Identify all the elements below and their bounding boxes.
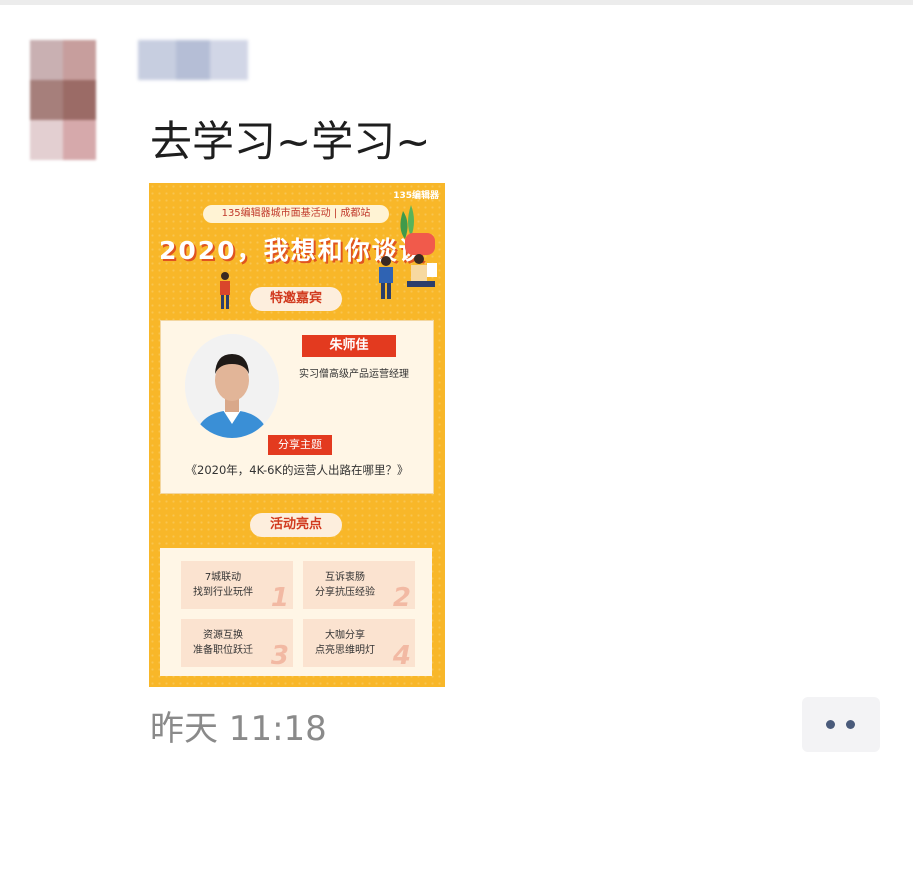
guest-section-pill: 特邀嘉宾 (250, 287, 342, 311)
more-dots-icon[interactable] (802, 697, 880, 752)
highlight-item: 互诉衷肠 分享抗压经验 2 (303, 561, 415, 613)
person-illustration-left (220, 272, 230, 309)
guest-card: 朱师佳 实习僧高级产品运营经理 分享主题 《2020年，4K-6K的运营人出路在… (160, 320, 434, 494)
topic-text: 《2020年，4K-6K的运营人出路在哪里？》 (185, 463, 409, 477)
top-divider (0, 0, 913, 5)
poster-image[interactable]: 135编辑器 135编辑器城市面基活动 | 成都站 2020，我想和你谈谈 特邀… (149, 183, 445, 687)
guest-photo (185, 334, 279, 438)
topic-label: 分享主题 (268, 435, 332, 455)
highlight-item: 大咖分享 点亮思维明灯 4 (303, 619, 415, 671)
username[interactable] (138, 40, 248, 80)
highlights-section-pill: 活动亮点 (250, 513, 342, 537)
guest-title: 实习僧高级产品运营经理 (299, 369, 409, 380)
avatar[interactable] (30, 40, 110, 160)
highlight-item: 资源互换 准备职位跃迁 3 (181, 619, 293, 671)
highlight-item: 7城联动 找到行业玩伴 1 (181, 561, 293, 613)
post-text: 去学习~学习~ (150, 117, 431, 166)
post-timestamp: 昨天 11:18 (150, 709, 327, 749)
people-illustration-right (379, 205, 437, 299)
guest-name: 朱师佳 (302, 335, 396, 357)
poster-logo: 135编辑器 (393, 191, 439, 201)
poster-banner: 135编辑器城市面基活动 | 成都站 (203, 205, 389, 223)
highlights-grid: 7城联动 找到行业玩伴 1 互诉衷肠 分享抗压经验 2 资源互换 准备职位跃迁 3 大… (160, 548, 432, 676)
